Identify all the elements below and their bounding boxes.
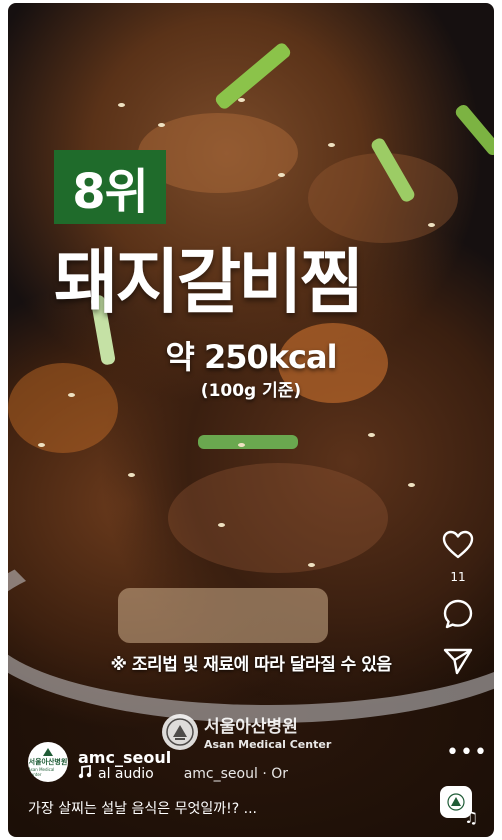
sesame-seed [278,173,285,177]
like-count: 11 [450,570,466,584]
hospital-name-en: Asan Medical Center [204,738,332,751]
like-action[interactable]: 11 [440,530,476,584]
sesame-seed [118,103,125,107]
audio-owner[interactable]: amc_seoul · Or [184,766,288,782]
sesame-seed [368,433,375,437]
username[interactable]: amc_seoul [78,748,171,767]
calorie-basis: (100g 기준) [200,381,302,401]
avatar-logo-icon [447,793,465,811]
more-icon[interactable]: ••• [446,740,488,765]
hospital-name-ko: 서울아산병원 [204,717,298,737]
music-note-icon: ♫ [464,808,479,827]
green-onion [453,102,494,158]
sesame-seed [308,563,315,567]
avatar-logo-icon [43,748,53,756]
hospital-wordmark: 서울아산병원 Asan Medical Center [204,712,331,751]
rank-badge: 8위 [54,150,166,224]
sesame-seed [328,143,335,147]
share-action[interactable] [440,646,476,680]
green-onion [213,40,293,112]
music-icon [78,764,92,783]
comment-icon[interactable] [442,598,474,634]
avatar-text-ko: 서울아산병원 [28,758,68,766]
action-rail: 11 [440,530,476,692]
sesame-seed [238,98,245,102]
sesame-seed [38,443,45,447]
hospital-watermark: 서울아산병원 Asan Medical Center [162,712,331,751]
plate-rim [8,523,494,723]
sesame-seed [128,473,135,477]
send-icon[interactable] [442,646,474,680]
post-caption[interactable]: 가장 살찌는 설날 음식은 무엇일까!? ... [28,798,257,818]
dish-title: 돼지갈비찜 [54,241,364,323]
disclaimer-text: ※ 조리법 및 재료에 따라 달라질 수 있음 [110,655,392,675]
avatar-text-en: Asan Medical Center [28,767,55,777]
sesame-seed [408,483,415,487]
sesame-seed [238,443,245,447]
sesame-seed [158,123,165,127]
calorie-value: 약 250kcal [165,338,337,376]
sesame-seed [218,523,225,527]
comment-action[interactable] [440,598,476,634]
audio-label[interactable]: al audio [98,766,154,782]
heart-icon[interactable] [442,530,474,564]
green-onion [198,435,298,449]
audio-row[interactable]: al audio amc_seoul · Or [78,764,288,783]
avatar[interactable]: 서울아산병원 Asan Medical Center [28,742,68,782]
